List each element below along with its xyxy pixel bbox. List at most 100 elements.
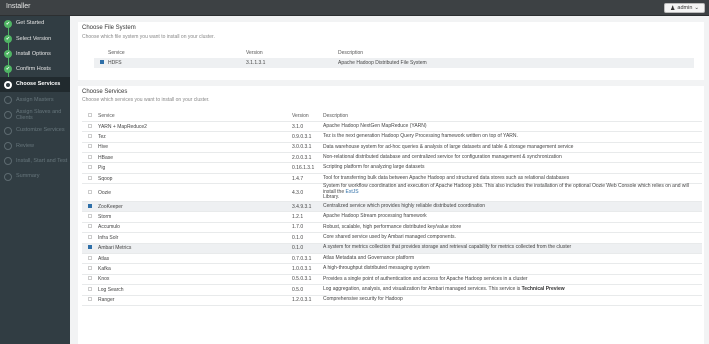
row-checkbox[interactable] — [88, 234, 92, 239]
row-checkbox[interactable] — [88, 154, 92, 159]
version-cell: 1.4.7 — [292, 173, 323, 185]
table-row[interactable]: YARN + MapReduce2 3.1.0 Apache Hadoop Next… — [82, 121, 702, 133]
description-text: Provides a single point of authenticatio… — [323, 275, 528, 282]
service-cell: Ambari Metrics — [96, 243, 292, 254]
version-cell: 4.3.0 — [292, 183, 323, 203]
table-row[interactable]: Oozie 4.3.0 System for workflow coordinati… — [82, 183, 702, 203]
wizard-step[interactable]: Review — [0, 138, 70, 153]
user-icon: ♟ — [670, 5, 676, 12]
description-cell: Apache Hadoop Stream processing framewor… — [323, 211, 702, 223]
row-checkbox[interactable] — [88, 297, 92, 302]
description-text: Comprehensive security for Hadoop — [323, 296, 403, 303]
table-row[interactable]: Hive 3.0.0.3.1 Data warehouse system for a… — [82, 142, 702, 154]
wizard-step[interactable]: Choose Services — [0, 77, 70, 93]
wizard-step[interactable]: ✔ Install Options — [0, 47, 70, 62]
wizard-step[interactable]: ✔ Confirm Hosts — [0, 62, 70, 77]
description-cell: Provides a single point of authenticatio… — [323, 274, 702, 286]
row-checkbox[interactable] — [88, 189, 92, 194]
description-text: Non-relational distributed database and … — [323, 153, 562, 160]
service-cell: Tez — [96, 131, 292, 143]
row-checkbox[interactable] — [88, 266, 92, 271]
table-row[interactable]: Sqoop 1.4.7 Tool for transferring bulk dat… — [82, 173, 702, 185]
service-cell: Storm — [96, 211, 292, 223]
row-select-cell — [82, 173, 96, 185]
table-row[interactable]: HDFS 3.1.1.3.1 Apache Hadoop Distributed F… — [94, 58, 694, 68]
table-row[interactable]: Atlas 0.7.0.3.1 Atlas Metadata and Governa… — [82, 253, 702, 265]
row-select-cell — [82, 222, 96, 234]
table-row[interactable]: Storm 1.2.1 Apache Hadoop Stream processin… — [82, 211, 702, 223]
row-checkbox[interactable] — [88, 175, 92, 180]
version-cell: 0.9.0.3.1 — [292, 131, 323, 143]
row-select-cell — [82, 121, 96, 133]
description-cell: A high-throughput distributed messaging … — [323, 263, 702, 275]
row-checkbox[interactable] — [88, 214, 92, 219]
row-checkbox[interactable] — [100, 60, 104, 64]
description-cell: Robust, scalable, high performance distr… — [323, 222, 702, 234]
services-subtitle: Choose which services you want to instal… — [82, 97, 210, 103]
row-select-cell — [82, 295, 96, 306]
version-cell: 1.0.0.3.1 — [292, 263, 323, 275]
user-menu-label: admin — [677, 5, 693, 11]
description-cell: Tez is the next generation Hadoop Query … — [323, 131, 702, 143]
table-row[interactable]: Tez 0.9.0.3.1 Tez is the next generation H… — [82, 131, 702, 143]
service-column-header: Service — [108, 50, 125, 56]
extjs-link[interactable]: ExtJS — [346, 189, 359, 195]
app-title: Installer — [6, 3, 31, 10]
table-row[interactable]: Infra Solr 0.1.0 Core shared service used … — [82, 232, 702, 244]
row-checkbox[interactable] — [88, 224, 92, 229]
row-checkbox[interactable] — [88, 286, 92, 291]
row-checkbox[interactable] — [88, 144, 92, 149]
version-cell: 3.1.1.3.1 — [246, 58, 338, 68]
wizard-step[interactable]: ✔ Get Started — [0, 16, 70, 31]
wizard-step-label: Choose Services — [16, 81, 61, 88]
table-row[interactable]: Pig 0.16.1.3.1 Scripting platform for anal… — [82, 162, 702, 174]
description-cell: Scripting platform for analyzing large d… — [323, 162, 702, 174]
description-tail: Library. — [323, 194, 340, 201]
table-row[interactable]: Ambari Metrics 0.1.0 A system for metrics … — [82, 243, 702, 254]
wizard-step-label: Select Version — [16, 35, 52, 42]
description-cell: A system for metrics collection that pro… — [323, 243, 702, 254]
row-checkbox[interactable] — [88, 123, 92, 128]
file-system-title: Choose File System — [82, 25, 136, 31]
services-title: Choose Services — [82, 89, 128, 95]
description-column-header: Description — [338, 50, 364, 56]
table-row[interactable]: Knox 0.5.0.3.1 Provides a single point of … — [82, 274, 702, 286]
table-row[interactable]: ZooKeeper 3.4.9.3.1 Centralized service wh… — [82, 201, 702, 213]
version-cell: 3.0.0.3.1 — [292, 142, 323, 154]
row-checkbox[interactable] — [88, 165, 92, 170]
row-select-cell — [82, 201, 96, 213]
description-text: Tool for transferring bulk data between … — [323, 174, 570, 181]
row-checkbox[interactable] — [88, 276, 92, 281]
description-cell: Apache Hadoop NextGen MapReduce (YARN) — [323, 121, 702, 133]
table-row[interactable]: Log Search 0.5.0 Log aggregation, analysis… — [82, 284, 702, 296]
table-row[interactable]: Ranger 1.2.0.3.1 Comprehensive security fo… — [82, 295, 702, 306]
service-cell: Atlas — [96, 253, 292, 265]
wizard-step[interactable]: ✔ Select Version — [0, 31, 70, 46]
select-all-checkbox[interactable] — [88, 112, 92, 117]
description-text: Robust, scalable, high performance distr… — [323, 223, 462, 230]
row-checkbox[interactable] — [88, 203, 92, 208]
version-cell: 1.2.0.3.1 — [292, 295, 323, 306]
row-checkbox[interactable] — [88, 133, 92, 138]
table-row[interactable]: Kafka 1.0.0.3.1 A high-throughput distribu… — [82, 263, 702, 275]
row-checkbox[interactable] — [88, 255, 92, 260]
wizard-step[interactable]: Assign Slaves and Clients — [0, 108, 70, 123]
wizard-step[interactable]: Install, Start and Test — [0, 154, 70, 169]
description-text: Data warehouse system for ad-hoc queries… — [323, 143, 574, 150]
service-cell: Accumulo — [96, 222, 292, 234]
table-row[interactable]: Accumulo 1.7.0 Robust, scalable, high perf… — [82, 222, 702, 234]
user-menu-button[interactable]: ♟ admin ⌄ — [664, 3, 705, 13]
row-select-cell — [82, 243, 96, 254]
wizard-step[interactable]: Summary — [0, 169, 70, 184]
wizard-step[interactable]: Customize Services — [0, 123, 70, 138]
wizard-step-label: Install, Start and Test — [16, 157, 68, 164]
table-row[interactable]: HBase 2.0.0.3.1 Non-relational distributed… — [82, 152, 702, 164]
wizard-step[interactable]: Assign Masters — [0, 93, 70, 108]
description-text: A high-throughput distributed messaging … — [323, 265, 430, 272]
row-checkbox[interactable] — [88, 245, 92, 250]
description-column-header: Description — [323, 111, 702, 122]
step-circle-icon — [4, 111, 12, 120]
wizard-step-label: Get Started — [16, 20, 45, 27]
row-select-cell — [82, 284, 96, 296]
service-cell: Pig — [96, 162, 292, 174]
